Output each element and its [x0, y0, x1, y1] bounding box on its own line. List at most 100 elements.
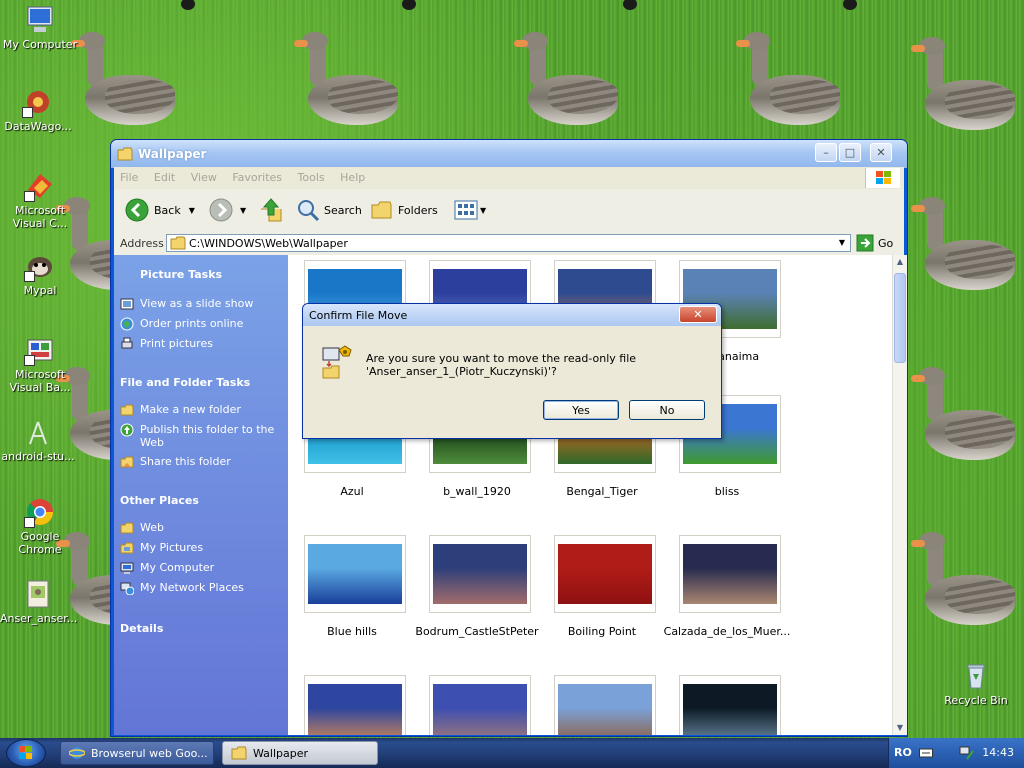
desktop-icon-recycle-bin[interactable]: Recycle Bin: [938, 660, 1014, 707]
place-my-pictures[interactable]: My Pictures: [114, 538, 288, 558]
system-tray: RO 14:43: [888, 738, 1024, 768]
clock[interactable]: 14:43: [982, 746, 1014, 759]
chevron-down-icon: ▼: [480, 205, 487, 215]
go-arrow-icon: [856, 234, 874, 252]
thumbnail-image: [433, 684, 527, 735]
thumbnail-item[interactable]: Calzada_de_los_Muer...: [664, 535, 790, 638]
dialog-message: Are you sure you want to move the read-o…: [366, 352, 637, 378]
scroll-up-icon[interactable]: ▲: [894, 255, 906, 269]
scrollbar-thumb[interactable]: [894, 273, 906, 363]
menu-edit[interactable]: Edit: [148, 167, 181, 184]
thumbnail-frame: [429, 535, 531, 613]
menu-view[interactable]: View: [185, 167, 223, 184]
keyboard-icon[interactable]: [919, 747, 933, 762]
thumbnail-frame: [304, 535, 406, 613]
task-view-slideshow[interactable]: View as a slide show: [114, 294, 288, 314]
bird-decoration: [623, 0, 637, 10]
thumbnail-item[interactable]: Bodrum_CastleStPeter: [415, 535, 539, 638]
slideshow-icon: [120, 298, 134, 310]
dialog-titlebar[interactable]: Confirm File Move ✕: [303, 304, 721, 326]
network-status-icon[interactable]: [959, 746, 975, 763]
minimize-button[interactable]: –: [815, 143, 837, 162]
views-button[interactable]: ▼: [454, 197, 486, 223]
thumbnail-caption: b_wall_1920: [443, 485, 511, 498]
go-button[interactable]: Go: [856, 234, 893, 252]
other-places-header[interactable]: Other Places: [114, 494, 288, 510]
task-browser[interactable]: Browserul web Goo...: [60, 741, 214, 765]
up-folder-icon: [261, 198, 282, 222]
desktop-icon-label: Google Chrome: [18, 530, 62, 556]
picture-tasks-header[interactable]: Picture Tasks: [114, 268, 288, 284]
bird-decoration: [843, 0, 857, 10]
thumbnail-caption: Azul: [340, 485, 364, 498]
task-make-new-folder[interactable]: Make a new folder: [114, 400, 288, 420]
thumbnail-image: [308, 544, 402, 604]
place-my-network-places[interactable]: My Network Places: [114, 578, 288, 598]
language-indicator[interactable]: RO: [894, 746, 912, 759]
desktop-icon-visual-c[interactable]: Microsoft Visual C...: [2, 170, 78, 230]
chevron-down-icon[interactable]: ▼: [240, 206, 246, 215]
window-titlebar[interactable]: Wallpaper – □ ✕: [111, 140, 907, 168]
address-input[interactable]: C:\WINDOWS\Web\Wallpaper ▼: [166, 234, 851, 252]
menu-tools[interactable]: Tools: [292, 167, 331, 184]
thumbnail-caption: Bodrum_CastleStPeter: [415, 625, 539, 638]
yes-button[interactable]: Yes: [543, 400, 619, 420]
place-web[interactable]: Web: [114, 518, 288, 538]
android-studio-icon: [22, 416, 54, 448]
desktop-icon-google-chrome[interactable]: Google Chrome: [2, 496, 78, 556]
menu-file[interactable]: File: [114, 167, 144, 184]
task-publish-folder[interactable]: Publish this folder to the Web: [114, 420, 288, 452]
desktop-icon-mypal[interactable]: Mypal: [2, 250, 78, 297]
thumbnail-image: [558, 544, 652, 604]
thumbnail-image: [308, 684, 402, 735]
thumbnail-image: [558, 684, 652, 735]
chevron-down-icon[interactable]: ▼: [835, 236, 849, 250]
network-icon: [120, 582, 134, 595]
dialog-close-button[interactable]: ✕: [679, 306, 717, 323]
thumbnail-item[interactable]: [304, 675, 406, 735]
folder-icon: [120, 522, 134, 534]
thumbnail-caption: bliss: [714, 485, 740, 498]
menu-help[interactable]: Help: [334, 167, 371, 184]
desktop-icon-anser-file[interactable]: Anser_anser...: [0, 578, 77, 625]
close-button[interactable]: ✕: [870, 143, 892, 162]
move-file-icon: [319, 344, 355, 383]
vertical-scrollbar[interactable]: ▲ ▼: [892, 255, 907, 735]
thumbnail-image: [433, 544, 527, 604]
task-share-folder[interactable]: Share this folder: [114, 452, 288, 472]
no-button[interactable]: No: [629, 400, 705, 420]
thumbnail-item[interactable]: [554, 675, 656, 735]
up-folder-button[interactable]: [259, 197, 283, 223]
thumbnail-item[interactable]: Boiling Point: [554, 535, 656, 638]
desktop-icon-my-computer[interactable]: My Computer: [2, 4, 78, 51]
thumbnail-item[interactable]: Blue hills: [304, 535, 406, 638]
thumbnail-item[interactable]: [679, 675, 781, 735]
desktop-icon-visual-basic[interactable]: Microsoft Visual Ba...: [2, 334, 78, 394]
scroll-down-icon[interactable]: ▼: [894, 721, 906, 735]
views-icon: [454, 200, 478, 220]
search-button[interactable]: Search: [296, 197, 362, 223]
start-button[interactable]: [6, 739, 46, 767]
forward-button[interactable]: ▼: [208, 197, 246, 223]
desktop-icon-datawago[interactable]: DataWago...: [0, 86, 76, 133]
desktop-icon-label: Microsoft Visual C...: [12, 204, 68, 230]
task-wallpaper[interactable]: Wallpaper: [222, 741, 378, 765]
address-bar: Address C:\WINDOWS\Web\Wallpaper ▼ Go: [114, 233, 904, 256]
thumbnail-caption: Blue hills: [327, 625, 377, 638]
chevron-down-icon[interactable]: ▼: [189, 206, 195, 215]
goose-decoration: [911, 530, 1024, 640]
task-print-pictures[interactable]: Print pictures: [114, 334, 288, 354]
task-order-prints[interactable]: Order prints online: [114, 314, 288, 334]
menu-favorites[interactable]: Favorites: [226, 167, 288, 184]
back-button[interactable]: Back ▼: [124, 197, 195, 223]
file-folder-tasks-header[interactable]: File and Folder Tasks: [114, 376, 288, 392]
place-my-computer[interactable]: My Computer: [114, 558, 288, 578]
desktop-icon-android-studio[interactable]: android-stu...: [0, 416, 76, 463]
folders-button[interactable]: Folders: [370, 197, 438, 223]
thumbnail-frame: [304, 675, 406, 735]
monitor-icon: [24, 4, 56, 36]
thumbnail-item[interactable]: [429, 675, 531, 735]
taskbar: Browserul web Goo... Wallpaper RO 14:43: [0, 738, 1024, 768]
maximize-button[interactable]: □: [839, 143, 861, 162]
details-header[interactable]: Details: [114, 622, 288, 638]
